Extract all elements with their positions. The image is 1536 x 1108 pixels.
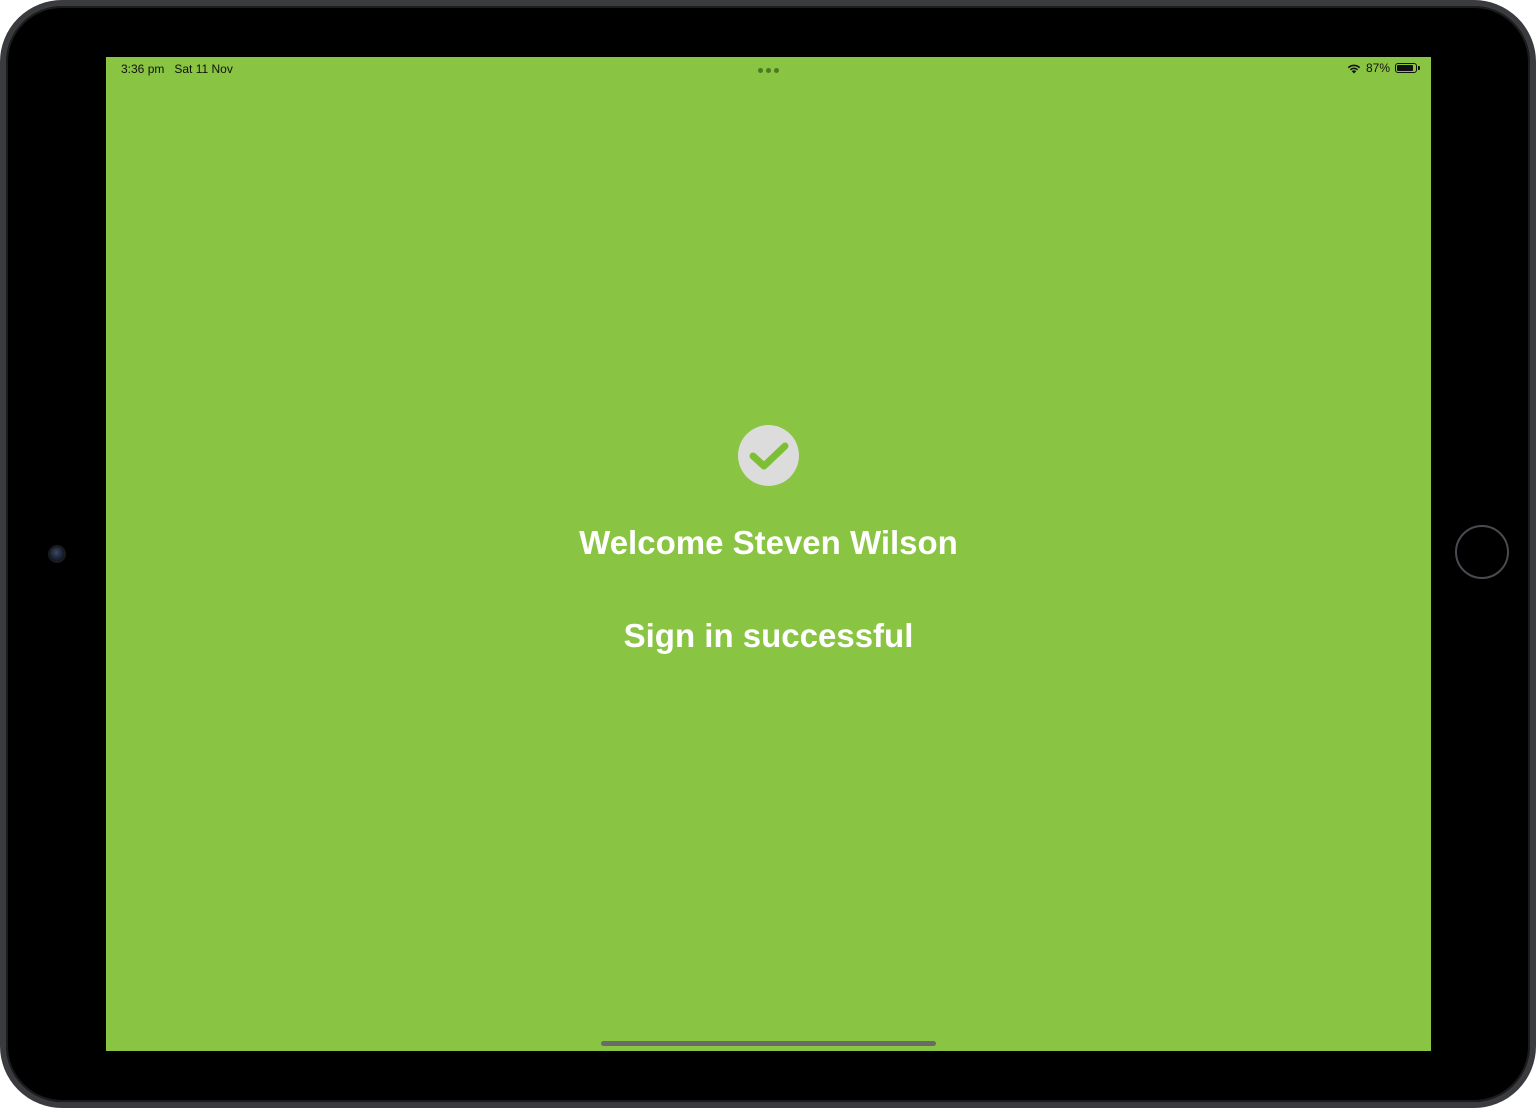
sign-in-status-message: Sign in successful	[623, 617, 914, 654]
ipad-device-frame: 3:36 pm Sat 11 Nov 87% Welcome Steven Wi…	[0, 0, 1536, 1108]
battery-percentage: 87%	[1365, 61, 1390, 75]
battery-cap	[1418, 66, 1420, 70]
home-button[interactable]	[1455, 525, 1509, 579]
multitasking-dots-icon[interactable]	[758, 68, 779, 73]
checkmark-icon	[749, 442, 788, 469]
status-bar: 3:36 pm Sat 11 Nov 87%	[106, 57, 1431, 81]
status-date: Sat 11 Nov	[174, 62, 233, 76]
status-left: 3:36 pm Sat 11 Nov	[121, 62, 233, 76]
dot	[774, 68, 779, 73]
checkmark-circle-icon	[738, 425, 799, 486]
screen: 3:36 pm Sat 11 Nov 87% Welcome Steven Wi…	[106, 57, 1431, 1051]
dot	[758, 68, 763, 73]
wifi-icon	[1347, 64, 1361, 73]
dot	[766, 68, 771, 73]
front-camera	[50, 547, 64, 561]
welcome-heading: Welcome Steven Wilson	[579, 524, 958, 561]
battery-fill	[1397, 65, 1413, 71]
status-right: 87%	[1347, 61, 1420, 75]
status-time: 3:36 pm	[121, 62, 165, 76]
battery-icon	[1395, 63, 1420, 73]
home-indicator[interactable]	[601, 1041, 936, 1046]
